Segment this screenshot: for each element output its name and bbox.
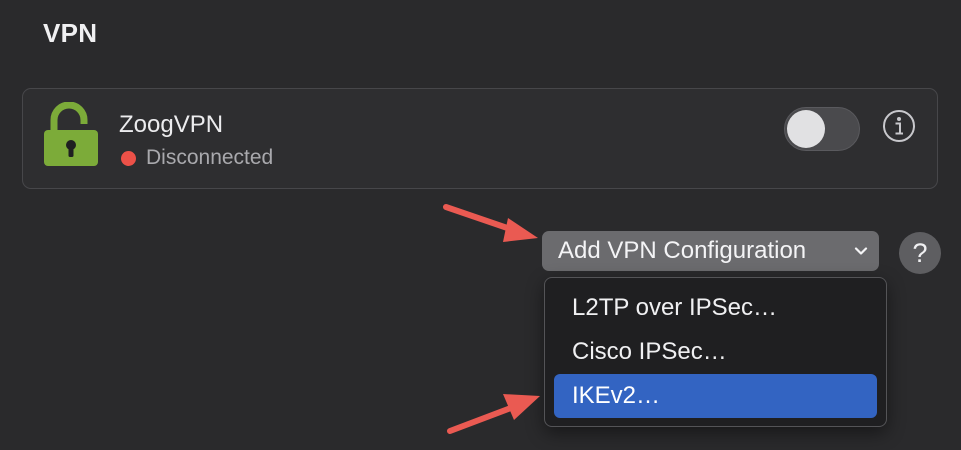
- vpn-settings-page: VPN ZoogVPN Disconnected Add VPN Configu…: [0, 0, 961, 450]
- vpn-status-text: Disconnected: [146, 146, 274, 169]
- info-icon[interactable]: [882, 109, 916, 143]
- vpn-name: ZoogVPN: [119, 111, 224, 138]
- annotation-arrow-icon: [443, 204, 538, 242]
- section-title: VPN: [43, 18, 98, 48]
- vpn-service-card: ZoogVPN Disconnected: [22, 88, 938, 189]
- menu-item-cisco-ipsec[interactable]: Cisco IPSec…: [554, 330, 877, 374]
- status-indicator-dot: [121, 151, 136, 166]
- annotation-arrow-icon: [447, 394, 540, 434]
- chevron-down-icon: [854, 247, 868, 255]
- add-vpn-configuration-button[interactable]: Add VPN Configuration: [542, 231, 879, 271]
- lock-icon: [44, 102, 98, 166]
- menu-item-ikev2[interactable]: IKEv2…: [554, 374, 877, 418]
- add-vpn-configuration-label: Add VPN Configuration: [558, 237, 807, 264]
- help-button[interactable]: ?: [899, 232, 941, 274]
- vpn-connection-toggle[interactable]: [784, 107, 860, 151]
- vpn-type-dropdown-menu: L2TP over IPSec… Cisco IPSec… IKEv2…: [544, 277, 887, 427]
- menu-item-l2tp-over-ipsec[interactable]: L2TP over IPSec…: [554, 286, 877, 330]
- toggle-knob: [787, 110, 825, 148]
